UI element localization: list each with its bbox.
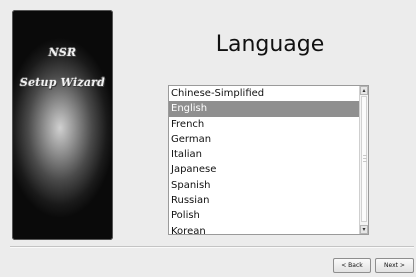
- thumb-grip-line: [363, 155, 367, 156]
- list-item-german[interactable]: German: [169, 132, 360, 147]
- list-item-chinese-simplified[interactable]: Chinese-Simplified: [169, 86, 360, 101]
- thumb-grip-line: [363, 161, 367, 162]
- language-listbox[interactable]: Chinese-Simplified English French German…: [168, 85, 369, 235]
- list-item-spanish[interactable]: Spanish: [169, 178, 360, 193]
- list-item-english[interactable]: English: [169, 101, 360, 117]
- list-item-japanese[interactable]: Japanese: [169, 162, 360, 177]
- banner-wizard-name: Setup Wizard: [19, 76, 106, 89]
- scroll-down-arrow-icon[interactable]: ▾: [360, 225, 368, 234]
- back-button[interactable]: < Back: [333, 258, 371, 273]
- next-button[interactable]: Next >: [375, 258, 414, 273]
- list-item-korean[interactable]: Korean: [169, 224, 360, 234]
- page-title: Language: [215, 32, 325, 57]
- list-item-polish[interactable]: Polish: [169, 208, 360, 223]
- wizard-banner: NSR Setup Wizard: [12, 10, 113, 240]
- thumb-grip-line: [363, 158, 367, 159]
- list-scrollbar[interactable]: ▴ ▾: [359, 86, 368, 234]
- setup-wizard-window: NSR Setup Wizard Language Chinese-Simpli…: [0, 0, 416, 277]
- footer-divider: [10, 246, 414, 248]
- scrollbar-thumb[interactable]: [361, 96, 367, 222]
- list-item-french[interactable]: French: [169, 117, 360, 132]
- scroll-up-arrow-icon[interactable]: ▴: [360, 86, 368, 95]
- banner-product-name: NSR: [48, 46, 77, 59]
- language-list[interactable]: Chinese-Simplified English French German…: [169, 86, 360, 234]
- list-item-italian[interactable]: Italian: [169, 147, 360, 162]
- list-item-russian[interactable]: Russian: [169, 193, 360, 208]
